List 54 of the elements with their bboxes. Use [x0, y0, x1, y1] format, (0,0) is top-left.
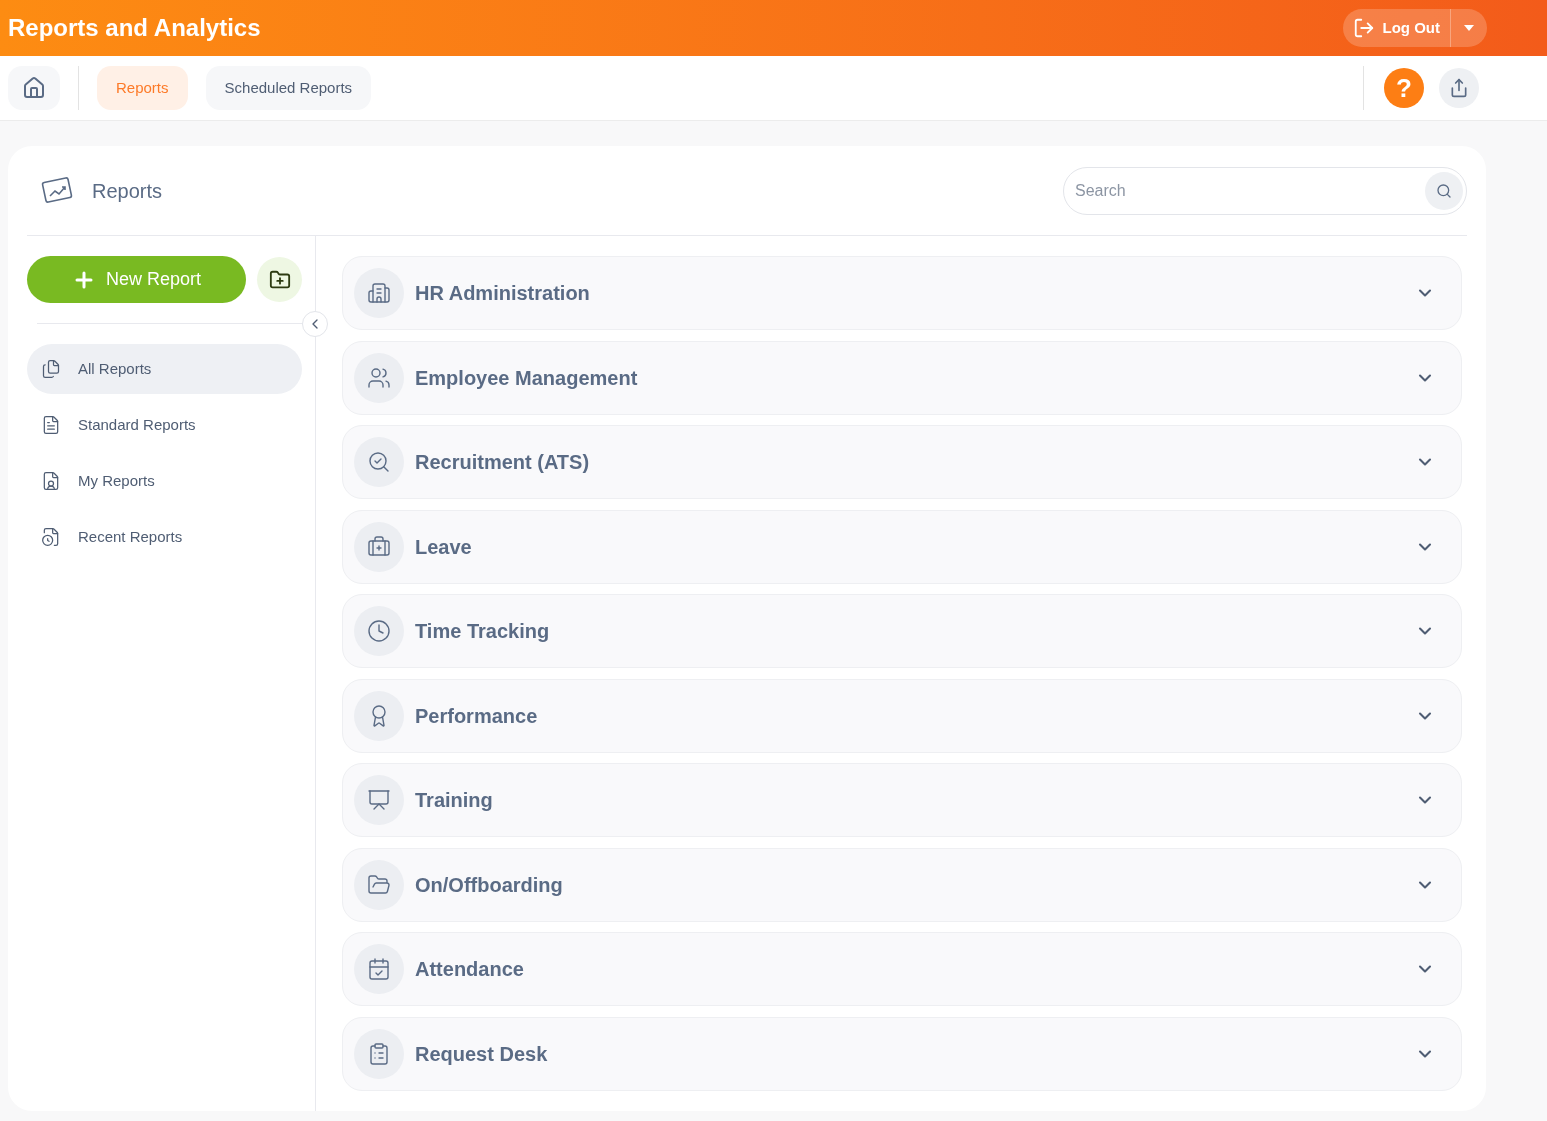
- category-icon: [354, 859, 404, 910]
- caret-icon: [1464, 25, 1474, 31]
- category-icon: [354, 606, 404, 656]
- category-title: Time Tracking: [415, 619, 550, 644]
- share-button[interactable]: [1439, 68, 1479, 108]
- panel-title: Reports: [92, 178, 163, 204]
- category-icon: [354, 944, 404, 994]
- category-accordion[interactable]: Leave: [342, 509, 1462, 584]
- nav-tab[interactable]: Scheduled Reports: [205, 66, 372, 110]
- logout-button[interactable]: Log Out: [1342, 9, 1450, 47]
- document-icon: [41, 415, 61, 435]
- category-icon: [354, 521, 404, 572]
- sidebar-item[interactable]: Recent Reports: [27, 512, 302, 562]
- page-title: Reports and Analytics: [8, 13, 261, 43]
- logout-icon: [1352, 17, 1375, 39]
- share-icon: [1449, 78, 1469, 98]
- category-title: On/Offboarding: [415, 872, 563, 898]
- search-icon: [1436, 182, 1452, 199]
- category-accordion[interactable]: Performance: [342, 678, 1462, 753]
- category-accordion[interactable]: Request Desk: [342, 1016, 1462, 1091]
- folder-plus-icon: [268, 268, 291, 291]
- category-title: Performance: [415, 703, 538, 729]
- home-icon: [22, 76, 46, 100]
- category-title: Request Desk: [415, 1041, 548, 1067]
- sidebar-item[interactable]: Standard Reports: [27, 400, 302, 450]
- document-icon: [41, 527, 61, 547]
- search-button[interactable]: [1425, 171, 1463, 210]
- home-button[interactable]: [8, 66, 60, 110]
- category-accordion[interactable]: Training: [342, 763, 1462, 837]
- sidebar-item[interactable]: My Reports: [27, 456, 302, 506]
- category-accordion[interactable]: On/Offboarding: [342, 847, 1462, 922]
- category-accordion[interactable]: Time Tracking: [342, 594, 1462, 668]
- document-icon: [41, 359, 61, 379]
- new-folder-button[interactable]: [257, 257, 302, 302]
- chart-report-icon: [41, 175, 73, 206]
- sidebar-item[interactable]: All Reports: [27, 344, 302, 394]
- category-icon: [354, 352, 404, 403]
- category-icon: [354, 690, 404, 741]
- category-icon: [354, 1028, 404, 1079]
- category-title: Training: [415, 788, 493, 813]
- category-icon: [354, 437, 404, 487]
- category-icon: [354, 268, 404, 318]
- category-icon: [354, 775, 404, 825]
- category-title: Recruitment (ATS): [415, 450, 590, 475]
- search-field[interactable]: Search: [1063, 166, 1467, 215]
- category-title: HR Administration: [415, 281, 590, 306]
- category-accordion[interactable]: Employee Management: [342, 340, 1462, 415]
- category-title: Employee Management: [415, 365, 638, 391]
- document-icon: [41, 471, 61, 491]
- category-accordion[interactable]: Recruitment (ATS): [342, 425, 1462, 499]
- category-title: Attendance: [415, 957, 524, 982]
- category-title: Leave: [415, 534, 472, 560]
- category-accordion[interactable]: HR Administration: [342, 256, 1462, 330]
- category-accordion[interactable]: Attendance: [342, 932, 1462, 1006]
